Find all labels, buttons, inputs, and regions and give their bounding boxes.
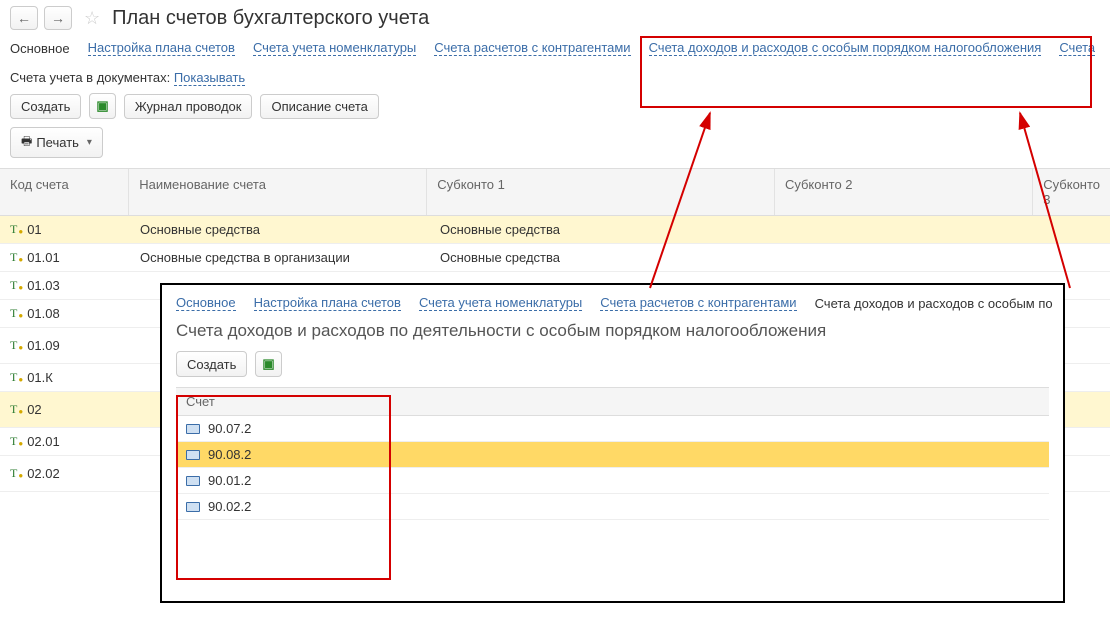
record-icon	[186, 450, 200, 460]
th-code[interactable]: Код счета	[0, 169, 129, 215]
inner-row[interactable]: 90.08.2	[176, 442, 1049, 468]
inner-create-button[interactable]: Создать	[176, 351, 247, 377]
account-icon: Т●	[10, 250, 23, 265]
account-icon: Т●	[10, 370, 23, 385]
main-tabs: Основное Настройка плана счетов Счета уч…	[0, 36, 1110, 66]
cell-code: 02.02	[27, 466, 60, 481]
tab-nomenclature[interactable]: Счета учета номенклатуры	[253, 40, 416, 56]
cell-code: 02.01	[27, 434, 60, 449]
cell-name: Основные средства	[130, 218, 430, 241]
info-row: Счета учета в документах: Показывать	[0, 66, 1110, 93]
inner-tab-setup[interactable]: Настройка плана счетов	[254, 295, 401, 311]
journal-button[interactable]: Журнал проводок	[124, 94, 253, 119]
inner-cell: 90.08.2	[208, 447, 251, 462]
page-title: План счетов бухгалтерского учета	[112, 7, 429, 30]
inner-th-account[interactable]: Счет	[176, 388, 1049, 416]
inner-tab-nomen[interactable]: Счета учета номенклатуры	[419, 295, 582, 311]
back-button[interactable]: ←	[10, 6, 38, 30]
inner-row[interactable]: 90.07.2	[176, 416, 1049, 442]
inner-tab-tax[interactable]: Счета доходов и расходов с особым по	[815, 296, 1053, 311]
print-button[interactable]: Печать	[10, 127, 103, 158]
refresh-icon: ▣	[262, 356, 274, 372]
cell-code: 01.08	[27, 306, 60, 321]
cell-code: 01.К	[27, 370, 53, 385]
toolbar: Создать ▣ Журнал проводок Описание счета	[0, 93, 1110, 127]
inner-toolbar: Создать ▣	[162, 351, 1063, 387]
forward-button[interactable]: →	[44, 6, 72, 30]
account-icon: Т●	[10, 434, 23, 449]
favorite-star-icon[interactable]: ☆	[84, 8, 100, 29]
th-sub1[interactable]: Субконто 1	[427, 169, 775, 215]
inner-refresh-button[interactable]: ▣	[255, 351, 281, 377]
create-button[interactable]: Создать	[10, 94, 81, 119]
th-name[interactable]: Наименование счета	[129, 169, 427, 215]
tab-plan-setup[interactable]: Настройка плана счетов	[88, 40, 235, 56]
cell-sub1: Основные средства	[430, 246, 780, 269]
account-icon: Т●	[10, 338, 23, 353]
account-icon: Т●	[10, 222, 23, 237]
cell-code: 01	[27, 222, 41, 237]
inner-window: Основное Настройка плана счетов Счета уч…	[160, 283, 1065, 603]
table-row[interactable]: Т● 01 Основные средства Основные средства	[0, 216, 1110, 244]
refresh-icon: ▣	[96, 98, 108, 114]
inner-title: Счета доходов и расходов по деятельности…	[162, 317, 1063, 351]
th-sub3[interactable]: Субконто 3	[1033, 169, 1110, 215]
table-row[interactable]: Т●01.01 Основные средства в организации …	[0, 244, 1110, 272]
record-icon	[186, 476, 200, 486]
tab-accounts-more[interactable]: Счета	[1059, 40, 1095, 56]
print-label: Печать	[36, 135, 79, 150]
cell-code: 02	[27, 402, 41, 417]
show-link[interactable]: Показывать	[174, 70, 245, 86]
cell-name: Основные средства в организации	[130, 246, 430, 269]
th-sub2[interactable]: Субконто 2	[775, 169, 1033, 215]
account-icon: Т●	[10, 278, 23, 293]
cell-sub1: Основные средства	[430, 218, 780, 241]
record-icon	[186, 502, 200, 512]
account-icon: Т●	[10, 402, 23, 417]
nav-bar: ← → ☆ План счетов бухгалтерского учета	[0, 0, 1110, 36]
info-label: Счета учета в документах:	[10, 70, 170, 85]
inner-table: Счет 90.07.2 90.08.2 90.01.2 90.02.2	[176, 387, 1049, 520]
tab-main[interactable]: Основное	[10, 41, 70, 56]
record-icon	[186, 424, 200, 434]
cell-code: 01.09	[27, 338, 60, 353]
inner-tab-contr[interactable]: Счета расчетов с контрагентами	[600, 295, 796, 311]
table-header: Код счета Наименование счета Субконто 1 …	[0, 169, 1110, 216]
cell-code: 01.01	[27, 250, 60, 265]
inner-cell: 90.07.2	[208, 421, 251, 436]
account-icon: Т●	[10, 306, 23, 321]
refresh-button[interactable]: ▣	[89, 93, 115, 119]
inner-tabs: Основное Настройка плана счетов Счета уч…	[162, 285, 1063, 317]
description-button[interactable]: Описание счета	[260, 94, 378, 119]
inner-cell: 90.01.2	[208, 473, 251, 488]
printer-icon	[21, 132, 32, 153]
inner-cell: 90.02.2	[208, 499, 251, 514]
cell-code: 01.03	[27, 278, 60, 293]
account-icon: Т●	[10, 466, 23, 481]
inner-row[interactable]: 90.02.2	[176, 494, 1049, 520]
tab-contractors[interactable]: Счета расчетов с контрагентами	[434, 40, 630, 56]
toolbar-secondary: Печать	[0, 127, 1110, 168]
inner-tab-main[interactable]: Основное	[176, 295, 236, 311]
tab-tax-accounts[interactable]: Счета доходов и расходов с особым порядк…	[649, 40, 1042, 56]
inner-row[interactable]: 90.01.2	[176, 468, 1049, 494]
